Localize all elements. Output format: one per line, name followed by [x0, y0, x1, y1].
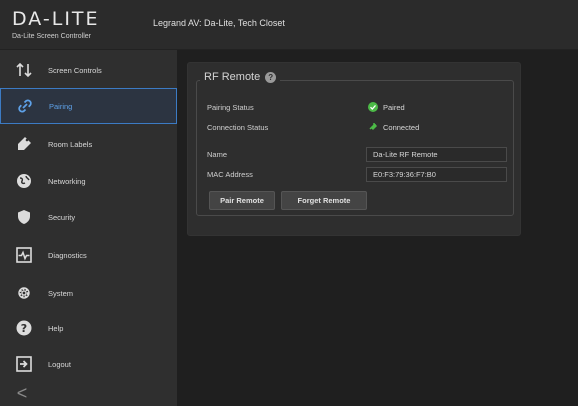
sidebar-item-networking[interactable]: Networking — [0, 163, 177, 199]
name-label: Name — [207, 149, 228, 159]
logo-subtitle: Da-Lite Screen Controller — [12, 33, 91, 40]
logout-icon — [0, 355, 48, 373]
app-header: DA-LITE Da-Lite Screen Controller Legran… — [0, 0, 578, 50]
sidebar-item-screen-controls[interactable]: Screen Controls — [0, 52, 177, 88]
sidebar-item-logout[interactable]: Logout — [0, 346, 177, 382]
sidebar-item-label: Diagnostics — [48, 250, 87, 260]
connection-status-text: Connected — [383, 122, 420, 132]
brand: DA-LITE Da-Lite Screen Controller — [0, 0, 148, 50]
sidebar-item-label: System — [48, 288, 74, 298]
forget-remote-button[interactable]: Forget Remote — [281, 191, 367, 210]
shield-icon — [0, 208, 48, 226]
mac-address-label: MAC Address — [207, 169, 253, 179]
svg-text:?: ? — [21, 322, 27, 335]
pulse-icon — [0, 246, 48, 264]
globe-icon — [0, 172, 48, 190]
device-title: Legrand AV: Da-Lite, Tech Closet — [153, 18, 285, 28]
pairing-status-text: Paired — [383, 102, 405, 112]
sidebar-item-label: Pairing — [49, 101, 73, 111]
plug-icon — [368, 121, 378, 133]
sidebar-item-security[interactable]: Security — [0, 199, 177, 235]
sidebar-item-label: Screen Controls — [48, 65, 102, 75]
up-down-arrows-icon — [0, 61, 48, 79]
sidebar-item-diagnostics[interactable]: Diagnostics — [0, 237, 177, 273]
collapse-sidebar-button[interactable]: < — [0, 380, 44, 406]
mac-address-field[interactable]: E0:F3:79:36:F7:B0 — [366, 167, 507, 182]
pair-remote-button[interactable]: Pair Remote — [209, 191, 275, 210]
connection-status-value: Connected — [368, 120, 419, 134]
rf-remote-panel: RF Remote ? Pairing Status Paired Connec… — [187, 62, 521, 236]
checkmark-icon — [368, 102, 378, 112]
sidebar-item-help[interactable]: ? Help — [0, 310, 177, 346]
name-field[interactable]: Da-Lite RF Remote — [366, 147, 507, 162]
sidebar-item-system[interactable]: System — [0, 275, 177, 311]
connection-status-label: Connection Status — [207, 122, 269, 132]
logo: DA-LITE — [12, 8, 100, 30]
pairing-status-value: Paired — [368, 100, 405, 114]
panel-title-text: RF Remote — [204, 71, 261, 83]
sidebar-item-label: Logout — [48, 359, 71, 369]
panel-title: RF Remote ? — [200, 71, 281, 83]
pairing-status-label: Pairing Status — [207, 102, 254, 112]
sidebar: Screen Controls Pairing Room Labels Netw… — [0, 50, 177, 406]
sidebar-item-pairing[interactable]: Pairing — [0, 88, 177, 124]
question-icon: ? — [0, 319, 48, 337]
sidebar-item-label: Security — [48, 212, 76, 222]
sidebar-item-label: Networking — [48, 176, 86, 186]
main-content: RF Remote ? Pairing Status Paired Connec… — [177, 50, 578, 406]
gear-icon — [0, 284, 48, 302]
sidebar-item-room-labels[interactable]: Room Labels — [0, 126, 177, 162]
help-icon[interactable]: ? — [265, 71, 277, 83]
sidebar-item-label: Help — [48, 323, 64, 333]
sidebar-item-label: Room Labels — [48, 139, 93, 149]
tag-icon — [0, 135, 48, 153]
link-icon — [1, 97, 49, 115]
